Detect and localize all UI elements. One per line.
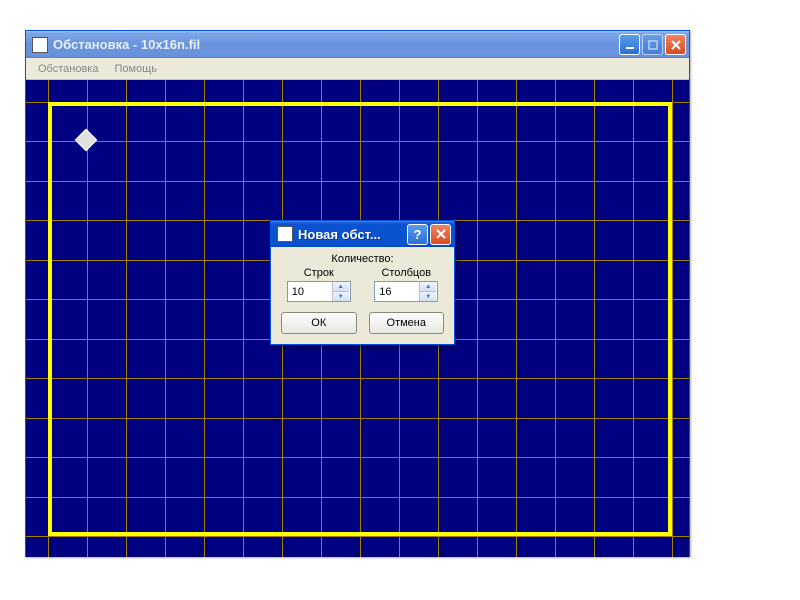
dialog-app-icon: [277, 226, 293, 242]
grid-vline: [672, 80, 673, 557]
dialog-title: Новая обст...: [298, 227, 407, 242]
dialog-titlebar[interactable]: Новая обст... ?: [271, 221, 454, 247]
cols-input[interactable]: [375, 282, 419, 301]
cols-up-button[interactable]: ▲: [420, 282, 436, 292]
qty-label: Количество:: [281, 253, 444, 265]
menu-obstanovka[interactable]: Обстановка: [30, 61, 106, 77]
maximize-button[interactable]: [642, 34, 663, 55]
dialog-body: Количество: Строк ▲ ▼ Столбцов ▲: [271, 247, 454, 344]
rows-down-button[interactable]: ▼: [333, 292, 349, 301]
cols-label: Столбцов: [381, 267, 431, 279]
app-icon: [32, 37, 48, 53]
cols-down-button[interactable]: ▼: [420, 292, 436, 301]
main-title: Обстановка - 10x16n.fil: [53, 37, 619, 52]
grid-hline: [26, 536, 689, 537]
rows-spinner: ▲ ▼: [287, 281, 351, 302]
new-env-dialog: Новая обст... ? Количество: Строк ▲ ▼ Ст…: [270, 220, 455, 345]
window-controls: [619, 34, 686, 55]
cols-spinner: ▲ ▼: [374, 281, 438, 302]
close-icon: [670, 39, 682, 51]
dialog-help-button[interactable]: ?: [407, 224, 428, 245]
main-titlebar[interactable]: Обстановка - 10x16n.fil: [26, 31, 689, 58]
maximize-icon: [647, 39, 659, 51]
menu-help[interactable]: Помощь: [106, 61, 165, 77]
minimize-button[interactable]: [619, 34, 640, 55]
rows-input[interactable]: [288, 282, 332, 301]
cancel-button[interactable]: Отмена: [369, 312, 445, 334]
menubar: Обстановка Помощь: [26, 58, 689, 80]
rows-up-button[interactable]: ▲: [333, 282, 349, 292]
rows-label: Строк: [304, 267, 334, 279]
ok-button[interactable]: ОК: [281, 312, 357, 334]
close-icon: [435, 228, 447, 240]
close-button[interactable]: [665, 34, 686, 55]
minimize-icon: [624, 39, 636, 51]
dialog-close-button[interactable]: [430, 224, 451, 245]
